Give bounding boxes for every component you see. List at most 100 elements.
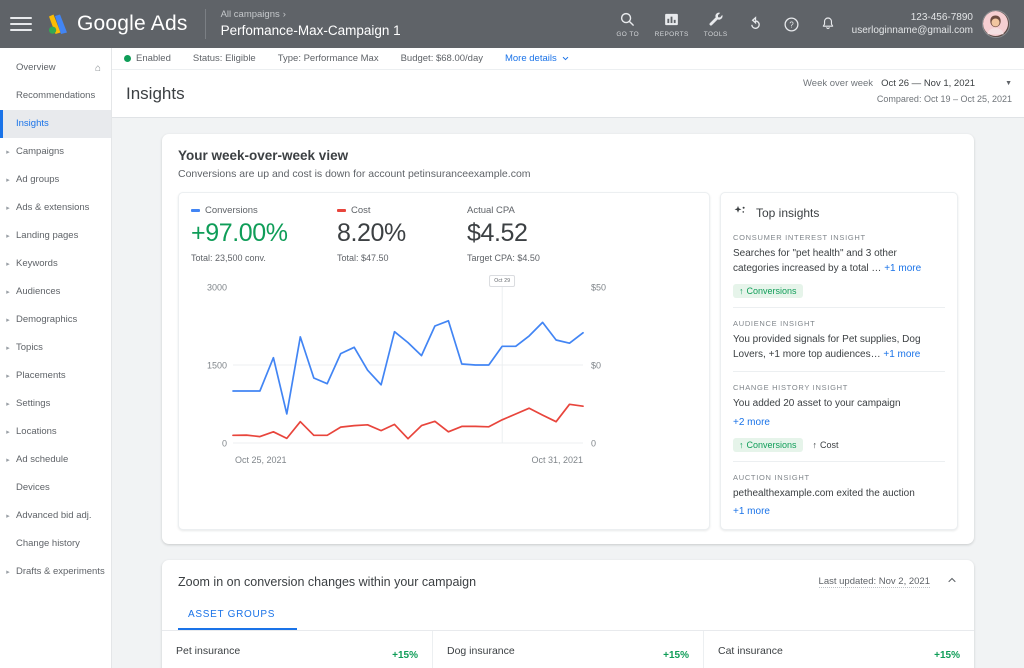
more-details-button[interactable]: More details — [505, 53, 570, 64]
performance-chart[interactable]: Oct 29 3000 1500 0 $50 $0 0 Oct 25, 2021 Oct 31… — [191, 273, 697, 471]
status-badge: ↑ Cost — [813, 438, 845, 452]
chevron-up-icon[interactable] — [946, 574, 958, 589]
date-range-compared: Compared: Oct 19 – Oct 25, 2021 — [876, 94, 1012, 104]
sidebar-item-label: Topics — [16, 342, 43, 354]
metric-value: +97.00% — [191, 219, 288, 247]
badge-label: Conversions — [746, 286, 797, 296]
arrow-up-icon: ↑ — [812, 439, 818, 450]
sidebar-item-recommendations[interactable]: ▸Recommendations — [0, 82, 111, 110]
sidebar-item-ad-groups[interactable]: ▸ Ad groups — [0, 166, 111, 194]
metrics-row: Conversions +97.00% Total: 23,500 conv. Cos… — [191, 205, 697, 263]
reports-icon[interactable]: REPORTS — [650, 10, 694, 38]
sidebar-item-settings[interactable]: ▸ Settings — [0, 390, 111, 418]
app-shell: ▸Overview⌂▸Recommendations▸Insights▸Camp… — [0, 48, 1024, 668]
date-range-label: Week over week — [803, 78, 874, 89]
sidebar-item-campaigns[interactable]: ▸ Campaigns — [0, 138, 111, 166]
asset-group-percent: +15% — [392, 650, 418, 661]
zoom-card-header: Zoom in on conversion changes within you… — [162, 560, 974, 589]
zoom-conversion-card: Zoom in on conversion changes within you… — [162, 560, 974, 668]
sidebar-item-audiences[interactable]: ▸ Audiences — [0, 278, 111, 306]
week-over-week-card: Your week-over-week view Conversions are… — [162, 134, 974, 544]
sidebar-item-devices[interactable]: ▸Devices — [0, 474, 111, 502]
chevron-right-icon: ▸ — [6, 345, 10, 352]
chart-left-axis-tick: 0 — [222, 438, 227, 448]
date-range-selector[interactable]: Week over week Oct 26 — Nov 1, 2021 ▼ Co… — [803, 70, 1012, 104]
asset-group-card[interactable]: Cat insurance+15%+1512 conversions — [704, 631, 974, 668]
chart-x-axis-tick: Oct 31, 2021 — [531, 455, 583, 465]
sidebar-item-keywords[interactable]: ▸ Keywords — [0, 250, 111, 278]
sidebar-item-label: Change history — [16, 538, 80, 550]
campaign-budget-label: Budget: $68.00/day — [400, 53, 483, 64]
chart-svg: 3000 1500 0 $50 $0 0 Oct 25, 2021 Oct 31, 2021 — [207, 282, 606, 465]
chevron-down-icon[interactable]: ▼ — [1005, 80, 1012, 87]
asset-group-card[interactable]: Pet insurance+15%+1512 conversions — [162, 631, 433, 668]
chevron-right-icon: ▸ — [6, 149, 10, 156]
sidebar-item-placements[interactable]: ▸ Placements — [0, 362, 111, 390]
chevron-right-icon: ▸ — [6, 457, 10, 464]
chevron-right-icon: ▸ — [6, 373, 10, 380]
zoom-card-tabs: ASSET GROUPS — [162, 603, 974, 631]
breadcrumb-parent[interactable]: All campaigns — [221, 9, 280, 21]
insight-block: AUCTION INSIGHT pethealthexample.com exit… — [733, 462, 945, 520]
series-swatch-icon — [337, 209, 346, 212]
sidebar: ▸Overview⌂▸Recommendations▸Insights▸Camp… — [0, 48, 112, 668]
insight-kicker: CONSUMER INTEREST INSIGHT — [733, 233, 866, 242]
hamburger-icon[interactable] — [10, 17, 32, 31]
top-insights-header: Top insights — [733, 204, 945, 222]
sidebar-item-label: Landing pages — [16, 230, 79, 242]
chart-x-axis-tick: Oct 25, 2021 — [235, 455, 287, 465]
sidebar-item-demographics[interactable]: ▸ Demographics — [0, 306, 111, 334]
top-insights-list: CONSUMER INTEREST INSIGHT Searches for "p… — [733, 222, 945, 519]
sidebar-item-label: Locations — [16, 426, 57, 438]
header-divider — [204, 9, 206, 39]
sidebar-item-landing-pages[interactable]: ▸ Landing pages — [0, 222, 111, 250]
account-info[interactable]: 123-456-7890 userloginname@gmail.com — [852, 11, 973, 38]
wow-subtitle: Conversions are up and cost is down for … — [178, 168, 531, 180]
insight-kicker: CHANGE HISTORY INSIGHT — [733, 383, 849, 392]
sidebar-item-advanced-bid-adj[interactable]: ▸ Advanced bid adj. — [0, 502, 111, 530]
insight-more-link[interactable]: +2 more — [733, 417, 770, 428]
account-phone: 123-456-7890 — [910, 11, 973, 23]
tools-icon[interactable]: TOOLS — [694, 10, 738, 38]
chevron-right-icon: ▸ — [6, 289, 10, 296]
bell-icon[interactable] — [810, 16, 846, 32]
top-app-bar: Google Ads All campaigns › Perfomance-Ma… — [0, 0, 1024, 48]
sidebar-item-ads-extensions[interactable]: ▸ Ads & extensions — [0, 194, 111, 222]
insight-more-link[interactable]: +1 more — [884, 263, 921, 274]
chart-right-axis-tick: $50 — [591, 282, 606, 292]
avatar[interactable] — [982, 10, 1010, 38]
metric-sublabel: Total: 23,500 conv. — [191, 252, 266, 263]
last-updated-label: Last updated: Nov 2, 2021 — [818, 575, 930, 588]
sidebar-item-locations[interactable]: ▸ Locations — [0, 418, 111, 446]
chevron-right-icon: ▸ — [6, 401, 10, 408]
metric-cost: Cost 8.20% Total: $47.50 — [337, 205, 467, 263]
sidebar-item-insights[interactable]: ▸Insights — [0, 110, 111, 138]
sidebar-item-drafts-experiments[interactable]: ▸ Drafts & experiments — [0, 558, 111, 586]
sidebar-item-label: Ads & extensions — [16, 202, 90, 214]
main-content: Enabled Status: Eligible Type: Performan… — [112, 48, 1024, 668]
sidebar-item-overview[interactable]: ▸Overview⌂ — [0, 54, 111, 82]
asset-group-card[interactable]: Dog insurance+15%+1512 conversions — [433, 631, 704, 668]
asset-group-name: Dog insurance — [447, 645, 515, 657]
content-scroll-area[interactable]: Your week-over-week view Conversions are… — [112, 118, 1024, 668]
chart-marker-label: Oct 29 — [489, 274, 516, 287]
chart-right-axis-tick: $0 — [591, 360, 601, 370]
home-icon[interactable]: ⌂ — [95, 63, 105, 74]
svg-text:?: ? — [790, 20, 795, 29]
tab-asset-groups[interactable]: ASSET GROUPS — [178, 603, 298, 630]
status-eligible-label: Status: Eligible — [192, 53, 256, 64]
search-icon-caption: GO TO — [616, 31, 640, 38]
help-icon[interactable]: ? — [774, 16, 810, 33]
metric-label: Cost — [351, 205, 371, 216]
chevron-right-icon: ▸ — [6, 177, 10, 184]
sidebar-item-ad-schedule[interactable]: ▸ Ad schedule — [0, 446, 111, 474]
sidebar-item-change-history[interactable]: ▸Change history — [0, 530, 111, 558]
sidebar-item-label: Devices — [16, 482, 50, 494]
campaign-type-label: Type: Performance Max — [277, 53, 379, 64]
insight-more-link[interactable]: +1 more — [883, 349, 920, 360]
refresh-icon[interactable] — [738, 15, 774, 33]
insight-more-link[interactable]: +1 more — [733, 506, 770, 517]
sidebar-item-topics[interactable]: ▸ Topics — [0, 334, 111, 362]
page-title: Insights — [126, 84, 185, 103]
search-icon[interactable]: GO TO — [606, 10, 650, 38]
